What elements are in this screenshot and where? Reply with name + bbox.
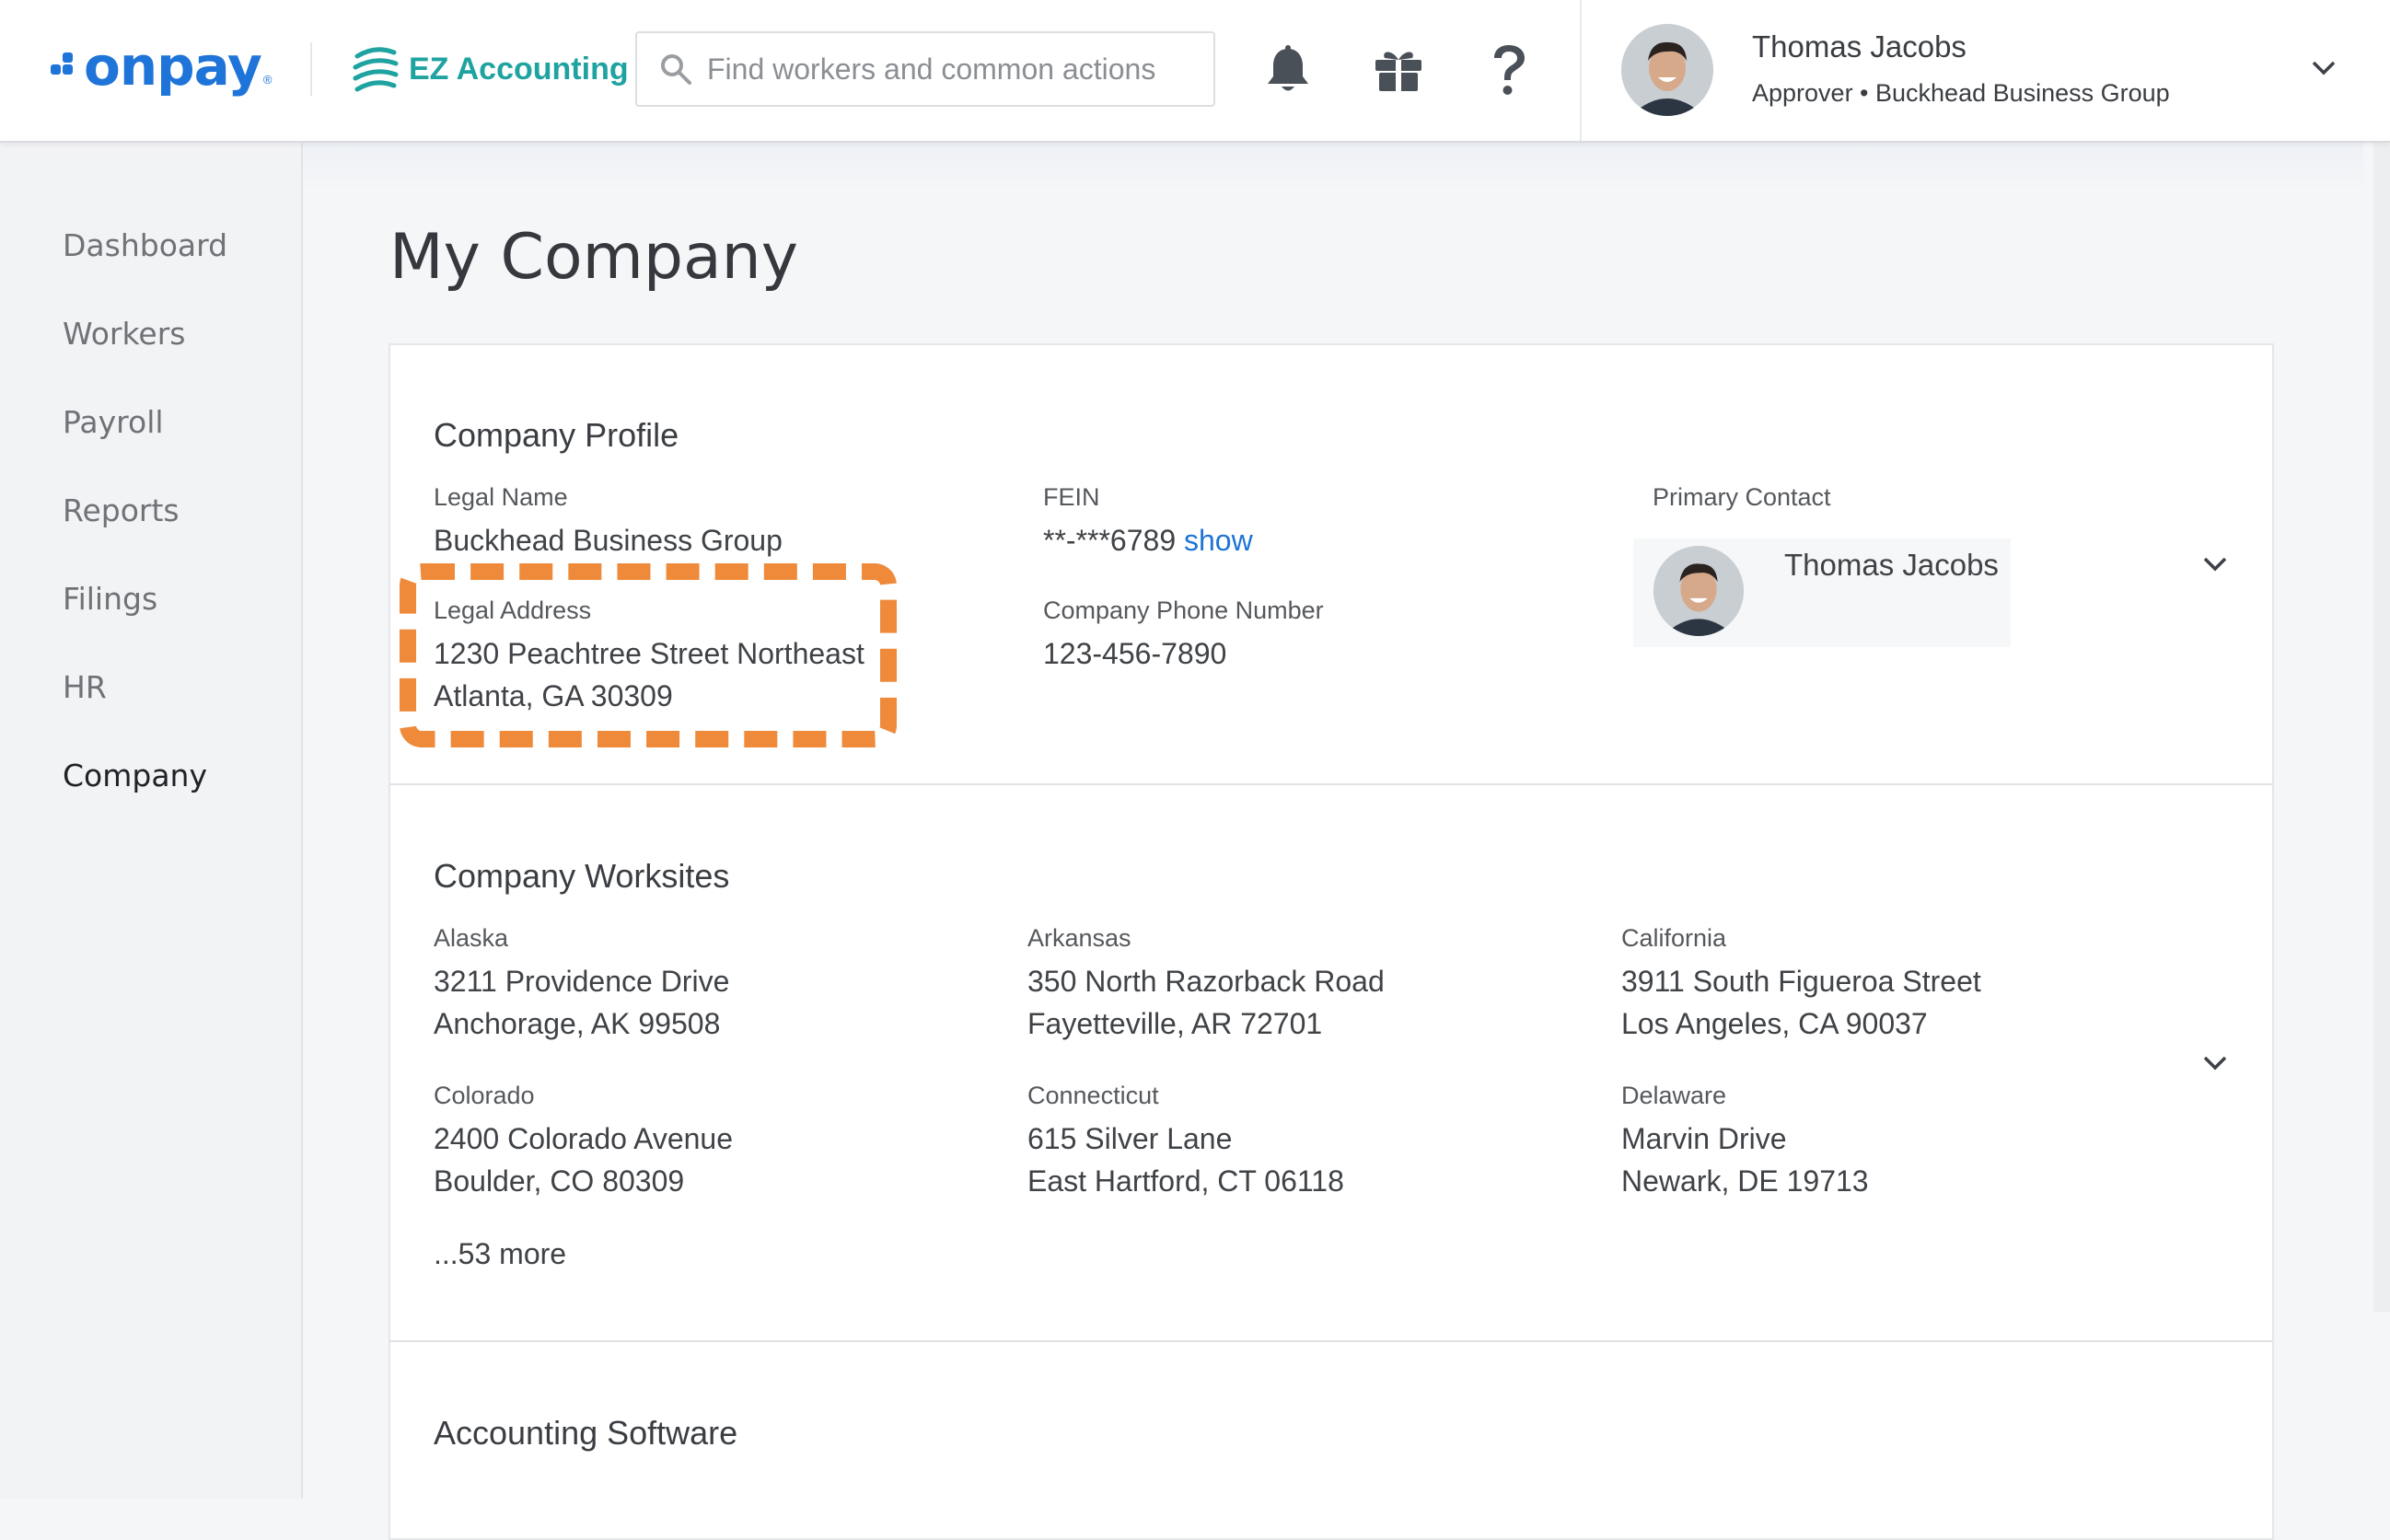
- user-name: Thomas Jacobs: [1752, 29, 1967, 64]
- worksite-line2: Anchorage, AK 99508: [434, 1007, 721, 1040]
- legal-address-line1: 1230 Peachtree Street Northeast: [434, 637, 864, 670]
- sidebar-item-workers[interactable]: Workers: [63, 316, 185, 352]
- search-icon: [661, 54, 691, 85]
- worksite-line1: Marvin Drive: [1621, 1122, 1787, 1155]
- sidebar-item-company[interactable]: Company: [63, 758, 207, 793]
- ez-accounting-label: EZ Accounting: [409, 51, 629, 87]
- logo-mark-icon: [51, 52, 80, 81]
- user-role: Approver • Buckhead Business Group: [1752, 79, 2170, 107]
- rewards-button[interactable]: [1371, 42, 1426, 98]
- legal-name-label: Legal Name: [434, 483, 568, 511]
- worksite-state: California: [1621, 924, 1727, 952]
- sidebar-item-reports[interactable]: Reports: [63, 492, 180, 528]
- fein-show-link[interactable]: show: [1184, 524, 1253, 557]
- worksite-state: Connecticut: [1027, 1082, 1159, 1109]
- bell-icon: [1268, 45, 1308, 91]
- top-bar: onpay ® EZ Accounting Find workers and c…: [0, 0, 2390, 143]
- avatar: [1621, 24, 1713, 116]
- company-profile-title: Company Profile: [434, 416, 679, 454]
- chevron-down-icon[interactable]: [2311, 59, 2337, 77]
- worksite-line2: Fayetteville, AR 72701: [1027, 1007, 1323, 1040]
- contact-avatar-icon: [1653, 546, 1744, 636]
- worksite-line2: Newark, DE 19713: [1621, 1164, 1869, 1198]
- fein-value: **-***6789 show: [1043, 519, 1253, 562]
- logo-text: onpay: [84, 35, 262, 98]
- primary-contact-card[interactable]: Thomas Jacobs: [1633, 538, 2011, 647]
- worksite-line1: 2400 Colorado Avenue: [434, 1122, 734, 1155]
- worksite-line2: Los Angeles, CA 90037: [1621, 1007, 1928, 1040]
- worksite-state: Alaska: [434, 924, 509, 952]
- worksite-line1: 3211 Providence Drive: [434, 965, 730, 998]
- page-scrollbar[interactable]: [2373, 143, 2390, 1312]
- header-divider: [310, 42, 312, 96]
- gift-icon: [1375, 52, 1421, 91]
- chevron-down-icon[interactable]: [2202, 1054, 2228, 1072]
- legal-address-line2: Atlanta, GA 30309: [434, 679, 673, 712]
- company-card: Company Profile Legal Name Buckhead Busi…: [389, 343, 2274, 1540]
- fein-label: FEIN: [1043, 483, 1100, 511]
- worksite-line2: East Hartford, CT 06118: [1027, 1164, 1344, 1198]
- company-worksites-title: Company Worksites: [434, 857, 730, 895]
- sidebar-item-payroll[interactable]: Payroll: [63, 404, 164, 440]
- page-title: My Company: [389, 221, 799, 294]
- ez-accounting-link[interactable]: EZ Accounting: [350, 41, 629, 98]
- worksite-line1: 3911 South Figueroa Street: [1621, 965, 1981, 998]
- worksite-line1: 350 North Razorback Road: [1027, 965, 1385, 998]
- main-top-band: [303, 143, 2363, 193]
- sidebar-nav: Dashboard Workers Payroll Reports Filing…: [0, 143, 303, 1499]
- logo-registered-mark: ®: [262, 73, 273, 87]
- onpay-logo[interactable]: onpay ®: [51, 39, 272, 94]
- sidebar-item-filings[interactable]: Filings: [63, 581, 157, 617]
- legal-name-value: Buckhead Business Group: [434, 524, 783, 557]
- section-divider: [390, 1340, 2272, 1342]
- help-button[interactable]: [1481, 42, 1537, 98]
- primary-contact-avatar: [1653, 546, 1744, 636]
- primary-contact-name: Thomas Jacobs: [1784, 548, 1999, 582]
- search-input[interactable]: [705, 51, 1188, 87]
- worksite-state: Delaware: [1621, 1082, 1727, 1109]
- phone-value: 123-456-7890: [1043, 637, 1227, 670]
- fein-masked: **-***6789: [1043, 524, 1177, 557]
- user-menu[interactable]: Thomas Jacobs Approver • Buckhead Busine…: [1580, 0, 2390, 141]
- sidebar-item-dashboard[interactable]: Dashboard: [63, 227, 227, 263]
- worksite-line2: Boulder, CO 80309: [434, 1164, 685, 1198]
- worksites-more-link[interactable]: ...53 more: [434, 1233, 566, 1275]
- primary-contact-label: Primary Contact: [1653, 483, 1831, 511]
- ez-accounting-icon: [353, 47, 399, 92]
- worksite-state: Arkansas: [1027, 924, 1131, 952]
- legal-address-label: Legal Address: [434, 596, 592, 624]
- section-divider: [390, 783, 2272, 785]
- user-avatar-icon: [1621, 24, 1713, 116]
- worksite-line1: 615 Silver Lane: [1027, 1122, 1233, 1155]
- help-icon: [1494, 45, 1525, 95]
- notifications-button[interactable]: [1260, 42, 1316, 98]
- search-box[interactable]: [635, 31, 1215, 107]
- sidebar-item-hr[interactable]: HR: [63, 669, 107, 705]
- phone-label: Company Phone Number: [1043, 596, 1324, 624]
- accounting-software-title: Accounting Software: [434, 1414, 738, 1452]
- worksite-state: Colorado: [434, 1082, 535, 1109]
- chevron-down-icon[interactable]: [2202, 555, 2228, 573]
